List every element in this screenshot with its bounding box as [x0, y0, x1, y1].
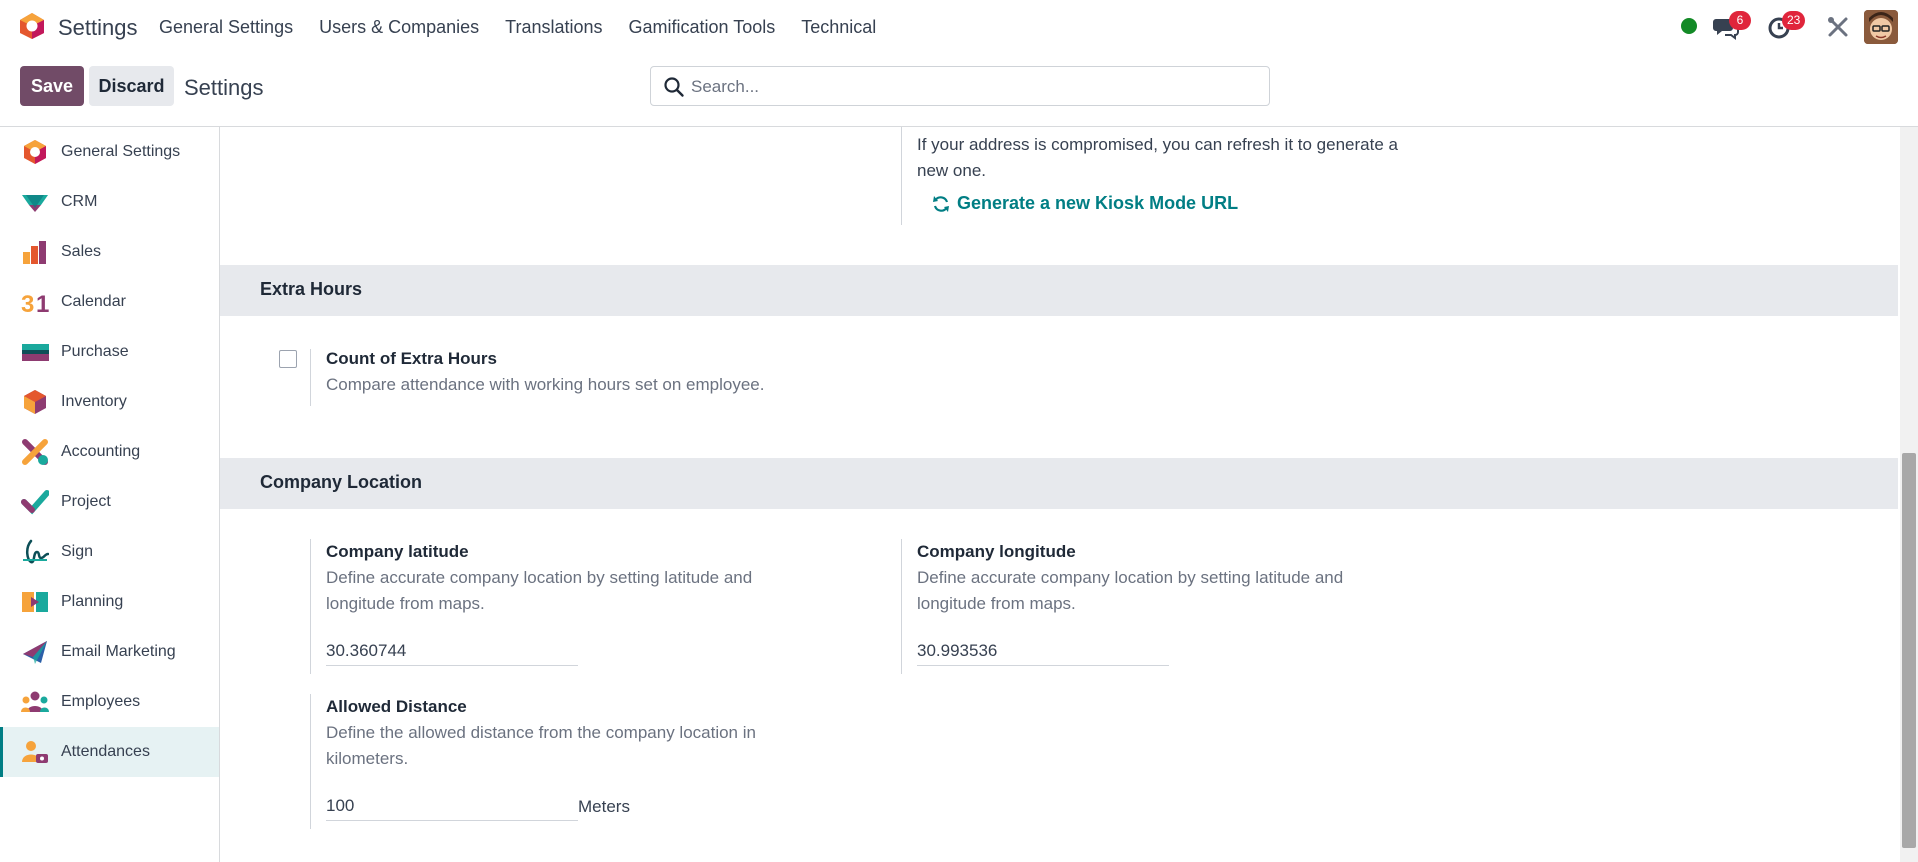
sidebar-item-label: Email Marketing [61, 643, 176, 660]
sidebar-item-label: Employees [61, 693, 141, 710]
setting-divider [310, 539, 311, 674]
attendances-icon [22, 741, 48, 763]
sign-icon [23, 539, 49, 564]
sidebar-item-crm[interactable]: CRM [0, 177, 219, 227]
purchase-icon [22, 344, 49, 361]
email-marketing-icon [23, 641, 47, 664]
company-longitude-desc-line1: Define accurate company location by sett… [917, 568, 1344, 587]
project-icon [21, 490, 49, 515]
setting-divider [901, 539, 902, 674]
company-longitude-title: Company longitude [917, 542, 1076, 561]
settings-content: If your address is compromised, you can … [220, 127, 1898, 862]
menu-general-settings[interactable]: General Settings [159, 17, 293, 38]
sidebar-item-label: Project [61, 493, 111, 510]
sidebar-item-label: CRM [61, 193, 98, 210]
menu-technical[interactable]: Technical [801, 17, 876, 38]
company-latitude-desc-line2: longitude from maps. [326, 594, 485, 613]
setting-divider [310, 349, 311, 406]
sidebar-item-calendar[interactable]: 3 1 Calendar [0, 277, 219, 327]
activities-badge: 23 [1782, 11, 1806, 30]
breadcrumb: Settings [184, 75, 264, 100]
sidebar-item-label: Sales [61, 243, 102, 260]
generate-kiosk-url-link[interactable]: Generate a new Kiosk Mode URL [957, 193, 1238, 214]
company-latitude-input[interactable] [326, 636, 578, 666]
extra-hours-checkbox[interactable] [279, 350, 297, 368]
app-title[interactable]: Settings [58, 15, 138, 41]
sidebar-item-label: Calendar [61, 293, 126, 310]
company-longitude-desc-line2: longitude from maps. [917, 594, 1076, 613]
section-title: Company Location [260, 472, 423, 492]
allowed-distance-desc-line2: kilometers. [326, 749, 409, 768]
sidebar-item-general-settings[interactable]: General Settings [0, 127, 219, 177]
allowed-distance-title: Allowed Distance [326, 697, 467, 716]
sidebar-item-label: Accounting [61, 443, 141, 460]
sidebar-item-sign[interactable]: Sign [0, 527, 219, 577]
messages-badge: 6 [1729, 11, 1751, 30]
user-avatar[interactable] [1864, 10, 1898, 44]
menu-translations[interactable]: Translations [505, 17, 602, 38]
debug-tools-icon[interactable] [1824, 13, 1852, 41]
sidebar-item-accounting[interactable]: Accounting [0, 427, 219, 477]
sidebar-item-employees[interactable]: Employees [0, 677, 219, 727]
inventory-icon [24, 390, 46, 414]
sidebar-item-inventory[interactable]: Inventory [0, 377, 219, 427]
menu-users-companies[interactable]: Users & Companies [319, 17, 479, 38]
search-bar[interactable] [650, 66, 1270, 106]
section-title: Extra Hours [260, 279, 363, 299]
sidebar-item-label: General Settings [61, 143, 181, 160]
settings-sidebar: General Settings CRM Sales 3 1 Calendar … [0, 127, 220, 862]
sidebar-item-purchase[interactable]: Purchase [0, 327, 219, 377]
kiosk-desc-line1: If your address is compromised, you can … [917, 135, 1398, 154]
allowed-distance-unit: Meters [578, 797, 630, 816]
scrollbar-thumb[interactable] [1902, 453, 1916, 848]
save-button[interactable]: Save [20, 66, 84, 106]
extra-hours-title: Count of Extra Hours [326, 349, 497, 368]
search-icon [664, 77, 684, 97]
top-navbar: Settings General Settings Users & Compan… [0, 0, 1918, 55]
search-input[interactable] [691, 73, 1251, 101]
calendar-icon: 3 1 [21, 291, 49, 316]
extra-hours-desc: Compare attendance with working hours se… [326, 375, 765, 394]
sidebar-item-label: Inventory [61, 393, 127, 410]
user-avatar-image [1864, 10, 1898, 44]
allowed-distance-desc-line1: Define the allowed distance from the com… [326, 723, 756, 742]
sidebar-item-label: Sign [61, 543, 94, 560]
allowed-distance-input[interactable] [326, 791, 578, 821]
sidebar-item-label: Planning [61, 593, 124, 610]
company-latitude-desc-line1: Define accurate company location by sett… [326, 568, 753, 587]
accounting-icon [22, 439, 48, 465]
setting-divider [310, 694, 311, 829]
setting-divider [901, 127, 902, 225]
crm-icon [22, 195, 48, 212]
control-panel: Save Discard Settings [0, 55, 1918, 127]
sidebar-item-attendances[interactable]: Attendances [0, 727, 219, 777]
settings-app-icon[interactable] [18, 12, 46, 40]
presence-status-icon [1681, 18, 1697, 34]
sidebar-item-planning[interactable]: Planning [0, 577, 219, 627]
company-longitude-input[interactable] [917, 636, 1169, 666]
sidebar-item-sales[interactable]: Sales [0, 227, 219, 277]
sidebar-item-label: Attendances [61, 743, 150, 760]
svg-text:3: 3 [21, 291, 34, 316]
general-settings-icon [24, 140, 46, 164]
kiosk-desc-line2: new one. [917, 161, 986, 180]
sidebar-item-label: Purchase [61, 343, 129, 360]
svg-text:1: 1 [36, 291, 49, 316]
company-latitude-title: Company latitude [326, 542, 469, 561]
sales-icon [23, 241, 46, 264]
refresh-icon[interactable] [932, 195, 950, 213]
section-header-extra-hours: Extra Hours [220, 265, 1898, 316]
planning-icon [22, 592, 48, 612]
main-menu: General Settings Users & Companies Trans… [159, 17, 902, 38]
sidebar-item-project[interactable]: Project [0, 477, 219, 527]
discard-button[interactable]: Discard [89, 66, 174, 106]
employees-icon [21, 691, 49, 712]
sidebar-item-email-marketing[interactable]: Email Marketing [0, 627, 219, 677]
menu-gamification-tools[interactable]: Gamification Tools [629, 17, 776, 38]
section-header-company-location: Company Location [220, 458, 1898, 509]
